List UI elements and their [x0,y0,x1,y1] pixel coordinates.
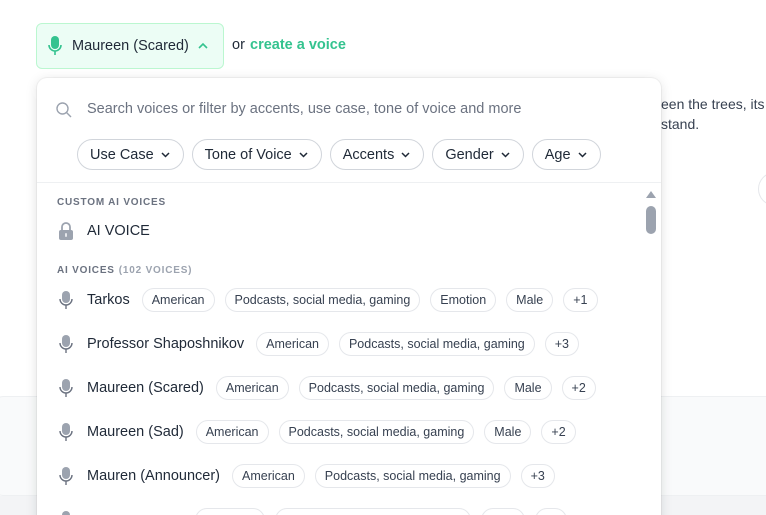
scrollbar-thumb[interactable] [646,206,656,234]
custom-voice-item[interactable]: AI VOICE [57,220,150,242]
voice-dropdown: Use Case Tone of Voice Accents Gender Ag… [37,78,661,515]
chevron-down-icon [401,152,410,158]
voice-list-item[interactable]: Tarkos American Podcasts, social media, … [57,286,608,314]
voice-tag [275,508,471,515]
background-text-line1: een the trees, its [661,96,765,112]
voice-tag [481,508,525,515]
microphone-icon [59,291,73,309]
voice-tag-more: +1 [563,288,598,312]
voice-tag: American [141,288,215,312]
voice-tag: Podcasts, social media, gaming [278,420,475,444]
voice-tag-more: +2 [541,420,576,444]
voice-tag: Podcasts, social media, gaming [314,464,511,488]
microphone-icon [59,467,73,485]
microphone-icon [48,36,62,55]
microphone-icon [59,423,73,441]
ai-voices-heading-text: AI VOICES [57,265,115,276]
filter-label: Accents [342,146,395,163]
voice-tag [535,508,567,515]
filter-gender[interactable]: Gender [432,139,524,170]
filter-label: Tone of Voice [204,146,292,163]
filter-age[interactable]: Age [531,139,601,170]
custom-voices-heading: CUSTOM AI VOICES [57,197,166,208]
background-button[interactable] [758,172,766,206]
voice-selector-button[interactable]: Maureen (Scared) [36,23,224,69]
divider [37,182,661,183]
selected-voice-label: Maureen (Scared) [72,38,189,54]
microphone-icon [59,379,73,397]
search-row [37,78,661,138]
microphone-icon [59,335,73,353]
filter-label: Use Case [90,146,154,163]
voice-tag: Male [504,376,552,400]
voice-name: Tarkos [87,292,130,308]
ai-voices-heading: AI VOICES (102 VOICES) [57,265,192,276]
voice-list-item-partial[interactable] [57,506,577,515]
background-text: een the trees, its stand. [661,94,765,134]
microphone-icon [62,511,70,515]
custom-voice-name: AI VOICE [87,223,150,239]
voice-list-item[interactable]: Mauren (Announcer) American Podcasts, so… [57,462,565,490]
chevron-down-icon [161,152,170,158]
voice-tag-more: +2 [561,376,596,400]
voice-tag: Male [484,420,532,444]
voice-name: Professor Shaposhnikov [87,336,245,352]
voice-search-input[interactable] [87,94,647,124]
filter-tone-of-voice[interactable]: Tone of Voice [191,139,322,170]
voice-name: Maureen (Sad) [87,424,184,440]
voice-tag: Emotion [430,288,497,312]
voice-name: Mauren (Announcer) [87,468,220,484]
voice-tag: American [232,464,305,488]
filter-accents[interactable]: Accents [329,139,425,170]
background-text-line2: stand. [661,116,700,132]
search-icon [56,102,72,118]
voice-list-item[interactable]: Maureen (Sad) American Podcasts, social … [57,418,586,446]
custom-voices-heading-text: CUSTOM AI VOICES [57,197,166,208]
create-voice-link[interactable]: create a voice [250,37,346,53]
filter-label: Gender [445,146,494,163]
voice-list-item[interactable]: Maureen (Scared) American Podcasts, soci… [57,374,606,402]
chevron-up-icon [198,42,208,49]
voice-tag: Podcasts, social media, gaming [338,332,535,356]
voice-tag-more: +3 [520,464,555,488]
voice-tag: American [256,332,329,356]
voice-tag-more: +3 [544,332,580,356]
voice-tag: American [215,376,289,400]
voice-list-item[interactable]: Professor Shaposhnikov American Podcasts… [57,330,589,358]
voice-tag: American [195,420,269,444]
ai-voices-count: (102 VOICES) [118,265,193,276]
voice-tag: Podcasts, social media, gaming [298,376,495,400]
voice-tag: Podcasts, social media, gaming [224,288,421,312]
chevron-down-icon [299,152,308,158]
lock-icon [59,222,73,240]
voice-name: Maureen (Scared) [87,380,204,396]
filter-bar: Use Case Tone of Voice Accents Gender Ag… [77,139,601,170]
chevron-down-icon [578,152,587,158]
scroll-up-arrow-icon[interactable] [645,188,657,200]
filter-use-case[interactable]: Use Case [77,139,184,170]
chevron-down-icon [501,152,510,158]
filter-label: Age [544,146,571,163]
or-text: or [232,37,245,53]
voice-tag [195,508,265,515]
voice-tag: Male [506,288,554,312]
